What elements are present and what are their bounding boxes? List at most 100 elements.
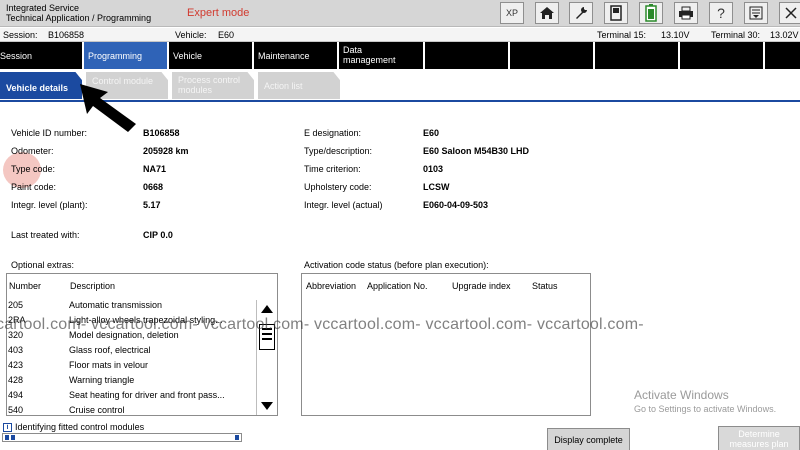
row-description: Automatic transmission xyxy=(69,300,163,310)
activate-windows-subtitle: Go to Settings to activate Windows. xyxy=(634,404,777,414)
battery-button[interactable] xyxy=(639,2,663,24)
tab-maintenance[interactable]: Maintenance xyxy=(254,42,339,69)
session-value: B106858 xyxy=(48,30,85,40)
title-bar: Integrated Service Technical Application… xyxy=(0,0,800,27)
column-upgrade-index: Upgrade index xyxy=(452,281,511,291)
optional-extras-title: Optional extras: xyxy=(11,260,75,270)
time-criterion-label: Time criterion: xyxy=(304,164,361,174)
subtab-action-list[interactable]: Action list xyxy=(258,72,340,99)
help-icon: ? xyxy=(717,5,725,21)
home-button[interactable] xyxy=(535,2,559,24)
paint-code-value: 0668 xyxy=(143,182,164,192)
row-number: 205 xyxy=(8,300,24,310)
odometer-value: 205928 km xyxy=(143,146,189,156)
type-code-label: Type code: xyxy=(11,164,56,174)
close-button[interactable] xyxy=(779,2,800,24)
progress-segment xyxy=(5,435,9,440)
info-icon: i xyxy=(3,423,12,432)
status-text: Identifying fitted control modules xyxy=(15,422,145,432)
subtab-process-control-modules[interactable]: Process control modules xyxy=(172,72,254,99)
last-treated-label: Last treated with: xyxy=(11,230,80,240)
activate-windows-title: Activate Windows xyxy=(634,388,729,402)
close-icon xyxy=(785,7,797,19)
last-treated-value: CIP 0.0 xyxy=(143,230,173,240)
session-info-bar: Session: B106858 Vehicle: E60 Terminal 1… xyxy=(0,28,800,42)
tab-empty-3 xyxy=(595,42,680,69)
row-number: 428 xyxy=(8,375,24,385)
wrench-icon xyxy=(576,7,587,19)
paint-code-label: Paint code: xyxy=(11,182,57,192)
progress-segment xyxy=(235,435,239,440)
integr-plant-label: Integr. level (plant): xyxy=(11,200,88,210)
xp-label: XP xyxy=(505,8,518,18)
scroll-up-button[interactable] xyxy=(258,301,276,317)
home-icon xyxy=(540,7,554,19)
watermark-text: cartool.com- vccartool.com- vccartool.co… xyxy=(0,316,644,333)
time-criterion-value: 0103 xyxy=(423,164,444,174)
terminal30-label: Terminal 30: xyxy=(711,30,761,40)
type-code-value: NA71 xyxy=(143,164,167,174)
pointer-arrow-icon xyxy=(80,84,136,132)
type-desc-value: E60 Saloon M54B30 LHD xyxy=(423,146,530,156)
expert-mode-label: Expert mode xyxy=(187,7,250,19)
activation-title: Activation code status (before plan exec… xyxy=(304,260,489,270)
vehicle-id-label: Vehicle ID number: xyxy=(11,128,88,138)
column-status: Status xyxy=(532,281,558,291)
xp-button[interactable]: XP xyxy=(500,2,524,24)
tab-empty-2 xyxy=(510,42,595,69)
main-nav: Session Programming Vehicle Maintenance … xyxy=(0,42,800,69)
row-description: Warning triangle xyxy=(69,375,135,385)
e-designation-value: E60 xyxy=(423,128,440,138)
arrow-down-icon xyxy=(261,402,273,410)
row-description: Glass roof, electrical xyxy=(69,345,151,355)
device-icon xyxy=(610,5,622,21)
list-button[interactable] xyxy=(744,2,768,24)
terminal30-value: 13.02V xyxy=(770,30,799,40)
app-title-line1: Integrated Service xyxy=(6,3,80,13)
activation-table: Abbreviation Application No. Upgrade ind… xyxy=(301,273,591,416)
battery-icon xyxy=(645,4,657,22)
row-number: 423 xyxy=(8,360,24,370)
row-number: 540 xyxy=(8,405,24,415)
column-description: Description xyxy=(70,281,116,291)
tab-empty-4 xyxy=(680,42,765,69)
odometer-label: Odometer: xyxy=(11,146,54,156)
terminal15-value: 13.10V xyxy=(661,30,690,40)
vehicle-value: E60 xyxy=(218,30,235,40)
tab-session[interactable]: Session xyxy=(0,42,84,69)
activate-windows-notice: Activate Windows Go to Settings to activ… xyxy=(634,388,776,414)
row-description: Floor mats in velour xyxy=(69,360,149,370)
tab-vehicle[interactable]: Vehicle xyxy=(169,42,254,69)
progress-segment xyxy=(11,435,15,440)
print-icon xyxy=(679,6,693,20)
wrench-button[interactable] xyxy=(569,2,593,24)
app-title: Integrated Service Technical Application… xyxy=(6,3,151,23)
vehicle-label: Vehicle: xyxy=(175,30,207,40)
tab-programming[interactable]: Programming xyxy=(84,42,169,69)
subtab-vehicle-details[interactable]: Vehicle details xyxy=(0,72,82,99)
scroll-down-button[interactable] xyxy=(258,398,276,414)
display-complete-button[interactable]: Display complete xyxy=(547,428,630,450)
type-desc-label: Type/description: xyxy=(304,146,373,156)
phone-car-button[interactable] xyxy=(604,2,628,24)
determine-measures-plan-button[interactable]: Determine measures plan xyxy=(718,426,800,450)
row-description: Seat heating for driver and front pass..… xyxy=(69,390,225,400)
row-number: 494 xyxy=(8,390,24,400)
row-number: 403 xyxy=(8,345,24,355)
terminal15-label: Terminal 15: xyxy=(597,30,647,40)
vehicle-id-value: B106858 xyxy=(143,128,180,138)
upholstery-label: Upholstery code: xyxy=(304,182,372,192)
arrow-up-icon xyxy=(261,305,273,313)
print-button[interactable] xyxy=(674,2,698,24)
column-abbreviation: Abbreviation xyxy=(306,281,357,291)
column-number: Number xyxy=(9,281,42,291)
integr-plant-value: 5.17 xyxy=(143,200,161,210)
tab-data-management[interactable]: Data management xyxy=(339,42,425,69)
integr-actual-label: Integr. level (actual) xyxy=(304,200,383,210)
tab-empty-5 xyxy=(765,42,800,69)
integr-actual-value: E060-04-09-503 xyxy=(423,200,489,210)
help-button[interactable]: ? xyxy=(709,2,733,24)
app-title-line2: Technical Application / Programming xyxy=(6,13,152,23)
upholstery-value: LCSW xyxy=(423,182,450,192)
session-label: Session: xyxy=(3,30,38,40)
